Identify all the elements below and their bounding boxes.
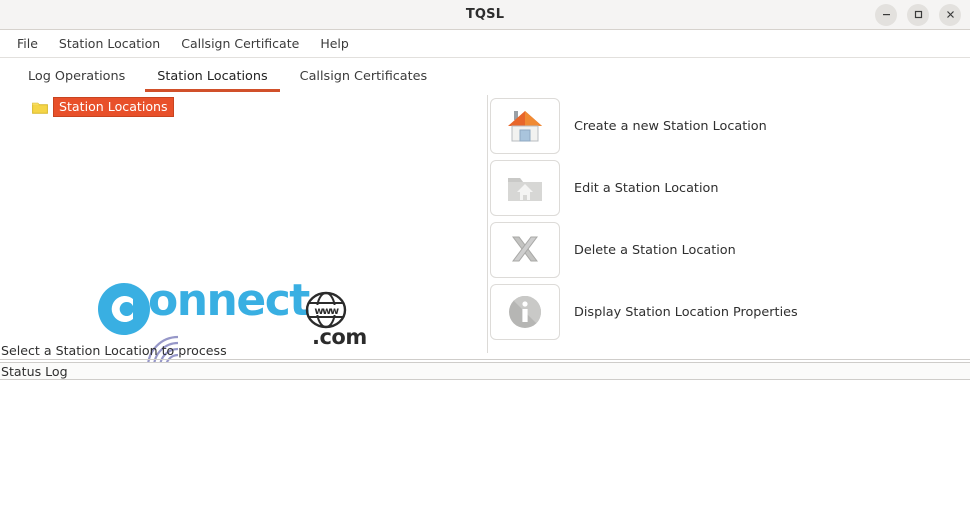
edit-station-location-button[interactable] xyxy=(490,160,560,216)
house-icon xyxy=(508,111,542,142)
window-titlebar: TQSL xyxy=(0,0,970,30)
status-log-header: Status Log xyxy=(0,362,970,380)
close-icon xyxy=(946,11,954,18)
delete-station-location-button[interactable] xyxy=(490,222,560,278)
watermark-wordmark: onnect www .com xyxy=(96,279,367,368)
window-title: TQSL xyxy=(465,7,505,22)
menu-item-callsign-certificate[interactable]: Callsign Certificate xyxy=(172,33,308,54)
minimize-button[interactable] xyxy=(875,3,897,26)
tab-station-locations[interactable]: Station Locations xyxy=(141,65,283,92)
tree-item-station-locations[interactable]: Station Locations xyxy=(30,96,177,118)
globe-icon: www xyxy=(305,291,347,329)
action-row-create: Create a new Station Location xyxy=(490,95,968,157)
hint-bar: Select a Station Location to process xyxy=(0,343,970,360)
panel-divider xyxy=(487,95,488,353)
tab-callsign-certificates[interactable]: Callsign Certificates xyxy=(284,65,444,92)
folder-icon xyxy=(32,102,48,114)
display-station-location-properties-button[interactable] xyxy=(490,284,560,340)
connect-com-watermark: onnect www .com xyxy=(96,255,367,368)
tab-log-operations[interactable]: Log Operations xyxy=(12,65,141,92)
folder-house-icon xyxy=(508,178,542,201)
edit-station-location-label: Edit a Station Location xyxy=(574,180,719,196)
close-button[interactable] xyxy=(939,3,961,26)
display-station-location-properties-label: Display Station Location Properties xyxy=(574,304,798,320)
action-row-delete: Delete a Station Location xyxy=(490,219,968,281)
status-log-title: Status Log xyxy=(1,364,68,379)
action-button-list: Create a new Station Location Edit a Sta… xyxy=(490,95,968,343)
status-log-body[interactable] xyxy=(0,381,970,511)
create-station-location-button[interactable] xyxy=(490,98,560,154)
tab-bar: Log Operations Station Locations Callsig… xyxy=(0,58,970,92)
info-icon xyxy=(509,296,541,328)
main-content: Station Locations onnect www .com Create… xyxy=(0,92,970,368)
menubar: File Station Location Callsign Certifica… xyxy=(0,30,970,58)
maximize-icon xyxy=(914,10,922,19)
hint-text: Select a Station Location to process xyxy=(1,343,227,358)
maximize-button[interactable] xyxy=(907,3,929,26)
watermark-c-letter xyxy=(98,283,150,335)
action-row-properties: Display Station Location Properties xyxy=(490,281,968,343)
menu-item-help[interactable]: Help xyxy=(311,33,358,54)
x-cross-icon xyxy=(512,236,538,262)
action-row-edit: Edit a Station Location xyxy=(490,157,968,219)
create-station-location-label: Create a new Station Location xyxy=(574,118,767,134)
minimize-icon xyxy=(882,14,890,16)
globe-www-text: www xyxy=(314,306,338,317)
menu-item-file[interactable]: File xyxy=(8,33,47,54)
delete-station-location-label: Delete a Station Location xyxy=(574,242,736,258)
station-locations-tree: Station Locations xyxy=(0,96,480,118)
window-controls xyxy=(875,3,970,26)
menu-item-station-location[interactable]: Station Location xyxy=(50,33,169,54)
tree-item-label: Station Locations xyxy=(53,97,174,117)
